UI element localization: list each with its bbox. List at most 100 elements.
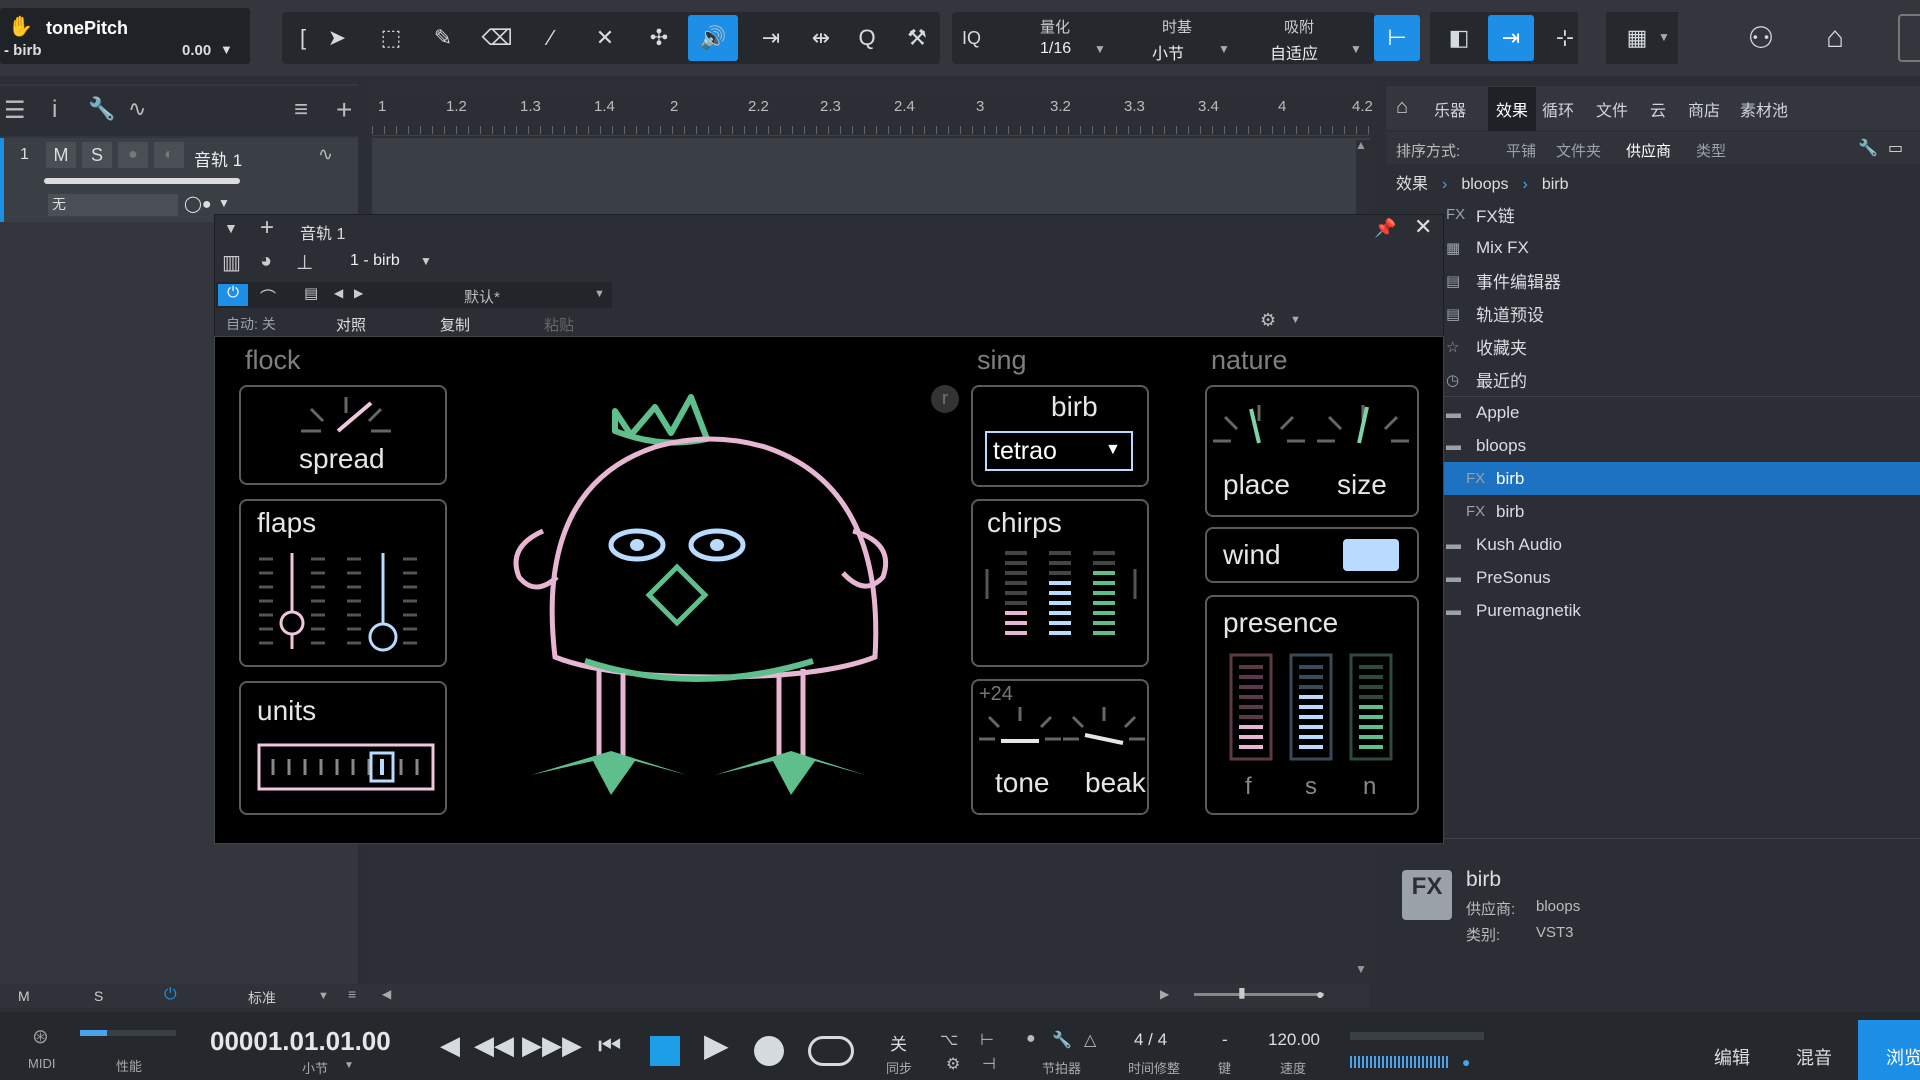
browser-tab[interactable]: 乐器 xyxy=(1434,97,1466,121)
click-dot-icon[interactable]: ● xyxy=(1026,1030,1036,1048)
list-icon[interactable]: ≡ xyxy=(348,986,356,1002)
browse-button[interactable]: 浏览 xyxy=(1858,1020,1920,1080)
edit-button[interactable]: 编辑 xyxy=(1714,1044,1750,1070)
snap-value[interactable]: 自适应 xyxy=(1270,40,1318,64)
browser-tab[interactable]: 素材池 xyxy=(1740,97,1788,121)
add-track-icon[interactable]: + xyxy=(336,94,352,126)
quantize-value[interactable]: 1/16 xyxy=(1040,40,1071,58)
chevron-down-icon[interactable]: ▼ xyxy=(1350,42,1362,56)
scroll-down-icon[interactable]: ▼ xyxy=(1355,962,1367,976)
follow-icon[interactable]: ⇥ xyxy=(1488,15,1534,61)
sort-option[interactable]: 供应商 xyxy=(1626,140,1671,161)
sort-option[interactable]: 类型 xyxy=(1696,140,1726,161)
chevron-down-icon[interactable]: ▼ xyxy=(1105,441,1121,459)
chevron-down-icon[interactable]: ▼ xyxy=(1094,42,1106,56)
track-row[interactable]: 1 M S ● ◐ 音轨 1 ∿ 无 ◯● ▼ xyxy=(0,138,358,222)
presence-meters[interactable] xyxy=(1229,653,1409,763)
wrench-icon[interactable]: 🔧 xyxy=(1858,138,1878,158)
chevron-down-icon[interactable]: ▼ xyxy=(420,254,432,268)
record-icon[interactable] xyxy=(754,1036,784,1066)
sync-value[interactable]: 关 xyxy=(890,1030,907,1055)
place-knob[interactable] xyxy=(1211,401,1307,449)
routing-icon[interactable]: ⊥ xyxy=(296,250,313,275)
listen-tool-icon[interactable]: 🔊 xyxy=(688,15,738,61)
browser-list-item[interactable]: ▬ Kush Audio xyxy=(1440,528,1920,561)
mode-select[interactable]: 标准 xyxy=(248,988,276,1008)
browser-list-item[interactable]: ▬ Puremagnetik xyxy=(1440,594,1920,627)
power-icon[interactable]: ⏻ xyxy=(164,986,177,1004)
align-icon[interactable]: ⊣ xyxy=(982,1054,996,1074)
bars-icon[interactable]: ▥ xyxy=(222,250,241,275)
browser-list-item[interactable]: FX birb xyxy=(1440,495,1920,528)
horizontal-scrollbar[interactable] xyxy=(380,986,1160,1004)
preset-slot-select[interactable]: 1 - birb xyxy=(350,252,400,270)
chevron-down-icon[interactable]: ▼ xyxy=(344,1060,354,1071)
browser-list-item[interactable]: FX birb xyxy=(1440,462,1920,495)
split-tool-icon[interactable]: ✎ xyxy=(418,15,468,61)
iq-button[interactable]: IQ xyxy=(962,28,981,49)
solo-all-button[interactable]: S xyxy=(94,988,103,1004)
zoom-icon[interactable]: Q xyxy=(842,15,892,61)
wind-box[interactable]: wind xyxy=(1205,527,1419,583)
reset-button[interactable]: r xyxy=(931,385,959,413)
units-slider[interactable] xyxy=(257,743,437,795)
copy-button[interactable]: 复制 xyxy=(440,314,470,335)
chirps-meters[interactable] xyxy=(983,551,1143,651)
sort-option[interactable]: 文件夹 xyxy=(1556,140,1601,161)
zoom-end-icon[interactable]: ● xyxy=(1316,986,1324,1002)
browser-tab[interactable]: 效果 xyxy=(1488,87,1537,131)
prev-preset-icon[interactable]: ◀ xyxy=(334,286,343,300)
paste-button[interactable]: 粘贴 xyxy=(544,314,574,335)
bend-tool-icon[interactable]: ✣ xyxy=(634,15,684,61)
chevron-down-icon[interactable]: ▼ xyxy=(318,990,329,1002)
chevron-down-icon[interactable]: ▼ xyxy=(1658,30,1670,44)
tempo-display[interactable]: 120.00 xyxy=(1268,1030,1320,1050)
record-button[interactable]: ● xyxy=(118,142,148,168)
compare-button[interactable]: 对照 xyxy=(336,314,366,335)
position-unit[interactable]: 小节 xyxy=(302,1058,328,1077)
zoom-handle[interactable]: ▮ xyxy=(1238,984,1246,1001)
curve-icon[interactable]: ⌒ xyxy=(260,284,276,308)
marker-icon[interactable]: ⊢ xyxy=(980,1030,994,1050)
gear-icon[interactable]: ⚙ xyxy=(946,1054,960,1074)
browser-list-item[interactable]: ☆ 收藏夹 xyxy=(1440,330,1920,363)
doc-icon[interactable]: ▤ xyxy=(304,284,318,302)
track-name[interactable]: 音轨 1 xyxy=(194,146,242,171)
layout-grid-icon[interactable]: ▦ xyxy=(1612,15,1662,61)
preset-name[interactable]: 默认* xyxy=(464,286,500,307)
fast-forward-icon[interactable]: ▶▶ xyxy=(522,1030,562,1061)
wrench-icon[interactable]: 🔧 xyxy=(1052,1030,1072,1050)
menu-icon[interactable]: ☰ xyxy=(4,96,26,125)
chevron-down-icon[interactable]: ▼ xyxy=(594,288,605,300)
wrench-icon[interactable]: 🔧 xyxy=(88,96,115,122)
breadcrumb-item[interactable]: birb xyxy=(1542,176,1569,193)
scroll-left-icon[interactable]: ◀ xyxy=(382,987,391,1001)
stop-button[interactable] xyxy=(650,1036,680,1066)
signature-display[interactable]: 4 / 4 xyxy=(1134,1030,1167,1050)
browser-list-item[interactable]: ▬ Apple xyxy=(1440,396,1920,429)
timeline-ruler[interactable]: 1 1.2 1.3 1.4 2 2.2 2.3 2.4 3 3.2 3.3 3.4 4 4.2 xyxy=(372,92,1373,136)
arrow-tool-icon[interactable]: ➤ xyxy=(312,15,362,61)
add-icon[interactable]: + xyxy=(260,214,274,242)
browser-home-icon[interactable]: ⌂ xyxy=(1396,96,1408,119)
snap-left-icon[interactable]: ⇥ xyxy=(746,15,796,61)
place-size-box[interactable]: place size xyxy=(1205,385,1419,517)
tone-knob[interactable] xyxy=(977,703,1063,747)
track-lane[interactable] xyxy=(372,138,1370,222)
browser-list-item[interactable]: ◷ 最近的 xyxy=(1440,363,1920,396)
skip-start-icon[interactable]: ⏮ xyxy=(598,1030,621,1062)
home-icon[interactable]: ⌂ xyxy=(1810,15,1860,61)
zoom-slider[interactable] xyxy=(1194,993,1324,996)
scroll-up-icon[interactable]: ▲ xyxy=(1355,138,1367,152)
chevron-down-icon[interactable]: ▼ xyxy=(1290,314,1301,326)
key-display[interactable]: - xyxy=(1222,1030,1228,1050)
chevron-down-icon[interactable]: ▼ xyxy=(1218,42,1230,56)
beak-knob[interactable] xyxy=(1061,703,1147,747)
track-value[interactable]: 0.00 xyxy=(182,42,211,59)
mix-button[interactable]: 混音 xyxy=(1796,1044,1832,1070)
birb-species-box[interactable]: birb tetrao ▼ xyxy=(971,385,1149,487)
chevron-down-icon[interactable]: ▼ xyxy=(224,220,238,236)
user-icon[interactable]: ⚇ xyxy=(1736,15,1786,61)
pie-icon[interactable]: ◕ xyxy=(260,250,272,273)
timebase-value[interactable]: 小节 xyxy=(1152,40,1184,64)
